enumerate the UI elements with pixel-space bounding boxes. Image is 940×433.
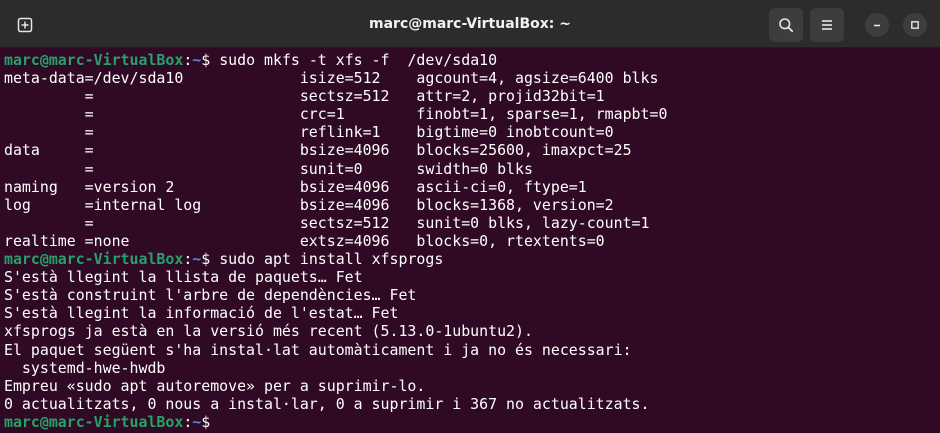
new-tab-icon	[17, 17, 33, 33]
prompt-user-host: marc@marc-VirtualBox	[4, 412, 184, 431]
output-line: = sectsz=512 sunit=0 blks, lazy-count=1	[4, 213, 650, 232]
output-line: = sunit=0 swidth=0 blks	[4, 159, 533, 178]
terminal-output[interactable]: marc@marc-VirtualBox:~$ sudo mkfs -t xfs…	[0, 48, 940, 433]
command-text: sudo apt install xfsprogs	[219, 250, 444, 269]
output-line: S'està llegint la llista de paquets… Fet	[4, 268, 363, 287]
maximize-button[interactable]	[903, 13, 927, 37]
hamburger-menu-icon	[822, 20, 832, 30]
title-bar[interactable]: marc@marc-VirtualBox: ~	[0, 0, 940, 48]
search-button[interactable]	[769, 8, 803, 42]
prompt-colon: :	[183, 412, 193, 431]
prompt-line: marc@marc-VirtualBox:~$ sudo apt install…	[4, 250, 940, 268]
output-line: S'està llegint la informació de l'estat……	[4, 304, 399, 323]
menu-button[interactable]	[810, 8, 844, 42]
prompt-dollar: $	[201, 250, 220, 269]
output-line: xfsprogs ja està en la versió més recent…	[4, 322, 533, 341]
prompt-line: marc@marc-VirtualBox:~$ sudo mkfs -t xfs…	[4, 51, 940, 69]
output-line: S'està construint l'arbre de dependèncie…	[4, 286, 417, 305]
output-line: El paquet següent s'ha instal·lat automà…	[4, 340, 632, 359]
minimize-icon	[874, 24, 880, 27]
prompt-user-host: marc@marc-VirtualBox	[4, 250, 184, 269]
output-line: realtime =none extsz=4096 blocks=0, rtex…	[4, 231, 605, 250]
output-line: systemd-hwe-hwdb	[4, 358, 166, 377]
command-text: sudo mkfs -t xfs -f /dev/sda10	[219, 51, 498, 69]
output-line: = sectsz=512 attr=2, projid32bit=1	[4, 87, 605, 106]
terminal-window: marc@marc-VirtualBox: ~ marc@marc-Virtua…	[0, 0, 940, 433]
prompt-path: ~	[192, 250, 202, 269]
output-line: 0 actualitzats, 0 nous a instal·lar, 0 a…	[4, 394, 650, 413]
minimize-button[interactable]	[865, 13, 889, 37]
prompt-dollar: $	[201, 412, 220, 431]
search-icon	[779, 18, 794, 33]
new-tab-button[interactable]	[8, 8, 42, 42]
maximize-icon	[911, 21, 919, 29]
text-cursor	[219, 413, 228, 430]
output-line: data = bsize=4096 blocks=25600, imaxpct=…	[4, 141, 632, 160]
output-line: = crc=1 finobt=1, sparse=1, rmapbt=0	[4, 105, 668, 124]
output-line: naming =version 2 bsize=4096 ascii-ci=0,…	[4, 177, 587, 196]
prompt-line: marc@marc-VirtualBox:~$	[4, 413, 940, 431]
output-line: log =internal log bsize=4096 blocks=1368…	[4, 195, 614, 214]
output-line: = reflink=1 bigtime=0 inobtcount=0	[4, 123, 614, 142]
output-line: meta-data=/dev/sda10 isize=512 agcount=4…	[4, 69, 659, 88]
prompt-colon: :	[183, 250, 193, 269]
prompt-colon: :	[183, 51, 193, 69]
prompt-path: ~	[192, 412, 202, 431]
prompt-user-host: marc@marc-VirtualBox	[4, 51, 184, 69]
output-line: Empreu «sudo apt autoremove» per a supri…	[4, 376, 426, 395]
prompt-dollar: $	[201, 51, 220, 69]
prompt-path: ~	[192, 51, 202, 69]
